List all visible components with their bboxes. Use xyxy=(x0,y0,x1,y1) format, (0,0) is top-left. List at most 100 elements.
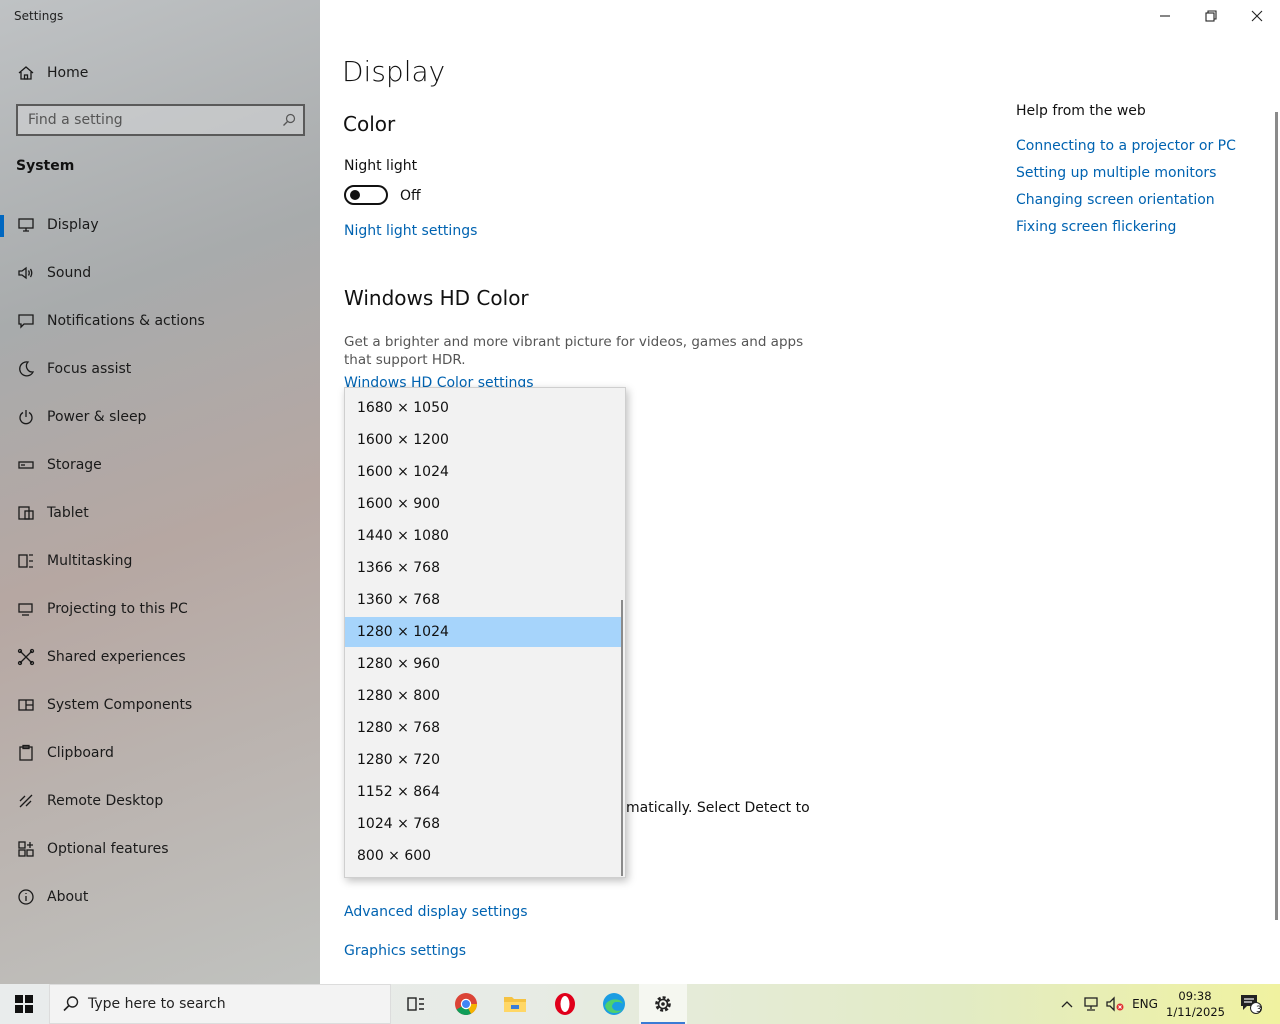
sidebar-item-label: Display xyxy=(47,217,99,233)
sidebar-item-sound[interactable]: Sound xyxy=(0,253,320,293)
taskbar: Type here to search ENG 09:38 1/11/2025 xyxy=(0,984,1280,1024)
sidebar-item-storage[interactable]: Storage xyxy=(0,445,320,485)
hdr-heading: Windows HD Color xyxy=(344,286,529,310)
projector-icon xyxy=(16,599,36,619)
opera-icon[interactable] xyxy=(541,984,589,1024)
color-heading: Color xyxy=(343,112,396,136)
moon-icon xyxy=(16,359,36,379)
night-light-state: Off xyxy=(400,188,421,204)
chevron-up-icon[interactable] xyxy=(1058,984,1076,1024)
file-explorer-icon[interactable] xyxy=(491,984,539,1024)
sidebar-item-label: Optional features xyxy=(47,841,169,857)
main-scrollbar[interactable] xyxy=(1275,112,1278,920)
resolution-option[interactable]: 1600 × 1200 xyxy=(345,425,621,455)
resolution-option[interactable]: 1280 × 960 xyxy=(345,649,621,679)
action-center-button[interactable]: 3 xyxy=(1236,984,1266,1024)
sidebar-item-label: Notifications & actions xyxy=(47,313,205,329)
sidebar-item-label: Focus assist xyxy=(47,361,132,377)
find-setting-search[interactable] xyxy=(16,104,305,136)
resolution-option[interactable]: 1152 × 864 xyxy=(345,777,621,807)
shared-icon xyxy=(16,647,36,667)
sidebar-item-multitasking[interactable]: Multitasking xyxy=(0,541,320,581)
resolution-option[interactable]: 1440 × 1080 xyxy=(345,521,621,551)
resolution-option-selected[interactable]: 1280 × 1024 xyxy=(345,617,621,647)
resolution-option[interactable]: 1680 × 1050 xyxy=(345,393,621,423)
toggle-knob xyxy=(350,190,360,200)
sidebar-item-label: Multitasking xyxy=(47,553,133,569)
help-link-flickering[interactable]: Fixing screen flickering xyxy=(1016,219,1176,235)
sidebar-item-label: Sound xyxy=(47,265,92,281)
sidebar-item-remote-desktop[interactable]: Remote Desktop xyxy=(0,781,320,821)
resolution-option[interactable]: 1600 × 1024 xyxy=(345,457,621,487)
taskbar-search-box[interactable]: Type here to search xyxy=(49,984,391,1024)
graphics-settings-link[interactable]: Graphics settings xyxy=(344,943,466,959)
start-button[interactable] xyxy=(0,984,48,1024)
page-title: Display xyxy=(342,55,446,88)
sidebar-item-label: System Components xyxy=(47,697,193,713)
sidebar-item-system-components[interactable]: System Components xyxy=(0,685,320,725)
power-icon xyxy=(16,407,36,427)
resolution-option[interactable]: 1280 × 800 xyxy=(345,681,621,711)
search-icon xyxy=(282,112,296,131)
resolution-option[interactable]: 1280 × 768 xyxy=(345,713,621,743)
night-light-toggle[interactable] xyxy=(344,185,388,205)
dropdown-scrollbar[interactable] xyxy=(621,600,623,876)
chrome-icon[interactable] xyxy=(442,984,490,1024)
sidebar-item-tablet[interactable]: Tablet xyxy=(0,493,320,533)
section-label-system: System xyxy=(16,158,75,174)
sidebar-item-label: Remote Desktop xyxy=(47,793,164,809)
monitor-icon xyxy=(16,215,36,235)
grid-plus-icon xyxy=(16,839,36,859)
clock[interactable]: 09:38 1/11/2025 xyxy=(1166,988,1225,1020)
network-icon[interactable] xyxy=(1080,984,1102,1024)
notification-icon xyxy=(16,311,36,331)
help-link-orientation[interactable]: Changing screen orientation xyxy=(1016,192,1215,208)
sidebar-item-clipboard[interactable]: Clipboard xyxy=(0,733,320,773)
minimize-button[interactable] xyxy=(1142,0,1188,32)
sidebar-item-projecting-to-this-pc[interactable]: Projecting to this PC xyxy=(0,589,320,629)
find-setting-input[interactable] xyxy=(28,112,268,128)
sidebar-item-label: Tablet xyxy=(47,505,89,521)
help-link-projector[interactable]: Connecting to a projector or PC xyxy=(1016,138,1236,154)
sidebar-item-display[interactable]: Display xyxy=(0,205,320,245)
help-link-multiple-monitors[interactable]: Setting up multiple monitors xyxy=(1016,165,1216,181)
home-icon xyxy=(16,63,36,83)
sidebar-item-label: Power & sleep xyxy=(47,409,147,425)
hdr-description: Get a brighter and more vibrant picture … xyxy=(344,334,804,368)
resolution-option[interactable]: 1360 × 768 xyxy=(345,585,621,615)
restore-button[interactable] xyxy=(1188,0,1234,32)
tablet-icon xyxy=(16,503,36,523)
sidebar-item-power-and-sleep[interactable]: Power & sleep xyxy=(0,397,320,437)
edge-icon[interactable] xyxy=(590,984,638,1024)
resolution-dropdown-list[interactable]: 1680 × 1050 1600 × 1200 1600 × 1024 1600 × … xyxy=(344,387,626,878)
search-icon xyxy=(63,996,79,1012)
task-view-icon[interactable] xyxy=(392,984,440,1024)
remote-desktop-icon xyxy=(16,791,36,811)
sidebar: Settings Home System Display Sound Notific… xyxy=(0,0,320,984)
volume-muted-icon[interactable] xyxy=(1104,984,1126,1024)
close-button[interactable] xyxy=(1234,0,1280,32)
taskbar-search-placeholder: Type here to search xyxy=(88,996,226,1012)
info-icon xyxy=(16,887,36,907)
advanced-display-settings-link[interactable]: Advanced display settings xyxy=(344,904,528,920)
language-indicator[interactable]: ENG xyxy=(1128,984,1162,1024)
sidebar-item-label: Home xyxy=(47,65,89,81)
sidebar-item-label: About xyxy=(47,889,89,905)
sidebar-item-home[interactable]: Home xyxy=(0,53,320,93)
resolution-option[interactable]: 1366 × 768 xyxy=(345,553,621,583)
resolution-option[interactable]: 1280 × 720 xyxy=(345,745,621,775)
minimize-icon xyxy=(1160,15,1170,17)
windows-logo-icon xyxy=(15,995,33,1013)
resolution-option[interactable]: 1600 × 900 xyxy=(345,489,621,519)
resolution-option[interactable]: 800 × 600 xyxy=(345,841,621,871)
resolution-option[interactable]: 1024 × 768 xyxy=(345,809,621,839)
sidebar-item-notifications-and-actions[interactable]: Notifications & actions xyxy=(0,301,320,341)
sidebar-item-focus-assist[interactable]: Focus assist xyxy=(0,349,320,389)
sidebar-item-shared-experiences[interactable]: Shared experiences xyxy=(0,637,320,677)
sidebar-item-optional-features[interactable]: Optional features xyxy=(0,829,320,869)
components-icon xyxy=(16,695,36,715)
sidebar-item-label: Shared experiences xyxy=(47,649,186,665)
sidebar-item-about[interactable]: About xyxy=(0,877,320,917)
settings-gear-icon[interactable] xyxy=(639,984,687,1024)
night-light-settings-link[interactable]: Night light settings xyxy=(344,223,477,239)
